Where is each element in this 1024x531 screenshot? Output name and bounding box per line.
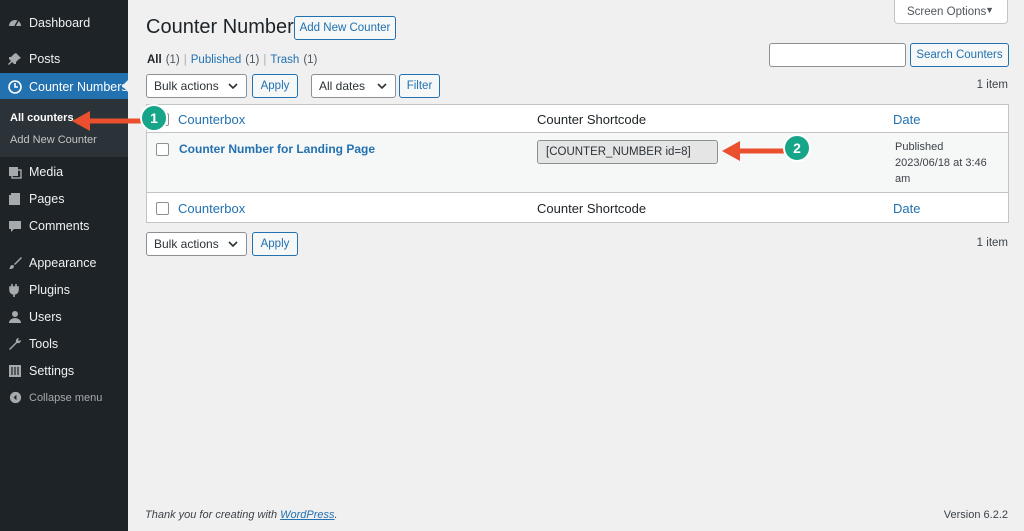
filter-trash-count: (1) — [303, 54, 318, 66]
item-count-top: 1 item — [976, 79, 1008, 91]
column-footer-date[interactable]: Date — [893, 201, 920, 216]
table-row: Counter Number for Landing Page [COUNTER… — [147, 133, 1008, 193]
menu-settings[interactable]: Settings — [0, 357, 128, 384]
shortcode-field[interactable]: [COUNTER_NUMBER id=8] — [537, 140, 718, 164]
menu-label: Comments — [29, 218, 90, 233]
row-checkbox[interactable] — [156, 143, 169, 156]
column-footer-title[interactable]: Counterbox — [178, 201, 245, 216]
separator: | — [183, 54, 187, 66]
pin-icon — [8, 52, 22, 66]
wrench-icon — [8, 337, 22, 351]
annotation-arrow-2 — [722, 141, 788, 161]
caret-down-icon: ▼ — [985, 5, 994, 15]
filter-button[interactable]: Filter — [399, 74, 440, 98]
status-filters: All (1) | Published (1) | Trash (1) — [147, 54, 317, 66]
column-footer-shortcode: Counter Shortcode — [537, 201, 647, 216]
column-header-title[interactable]: Counterbox — [178, 112, 245, 127]
counters-table: Counterbox Counter Shortcode Date Counte… — [146, 104, 1009, 223]
menu-pages[interactable]: Pages — [0, 185, 128, 212]
separator: | — [263, 54, 267, 66]
menu-counter-numbers[interactable]: Counter Numbers — [0, 73, 128, 100]
annotation-badge-2: 2 — [783, 134, 811, 162]
menu-comments[interactable]: Comments — [0, 212, 128, 239]
search-input[interactable] — [769, 43, 906, 67]
table-header-row: Counterbox Counter Shortcode Date — [147, 105, 1008, 133]
menu-label: Posts — [29, 51, 61, 66]
menu-plugins[interactable]: Plugins — [0, 276, 128, 303]
menu-label: Appearance — [29, 255, 97, 270]
annotation-arrow-1 — [72, 111, 148, 131]
submenu-all-counters[interactable]: All counters — [10, 112, 74, 124]
column-header-shortcode: Counter Shortcode — [537, 112, 647, 127]
bulk-actions-select-bottom[interactable]: Bulk actions — [146, 232, 247, 256]
filter-published-count: (1) — [245, 54, 260, 66]
column-header-date[interactable]: Date — [893, 112, 920, 127]
screen-options-label: Screen Options — [907, 5, 987, 18]
bulk-actions-select-top[interactable]: Bulk actions — [146, 74, 247, 98]
bulk-actions-value: Bulk actions — [154, 79, 219, 93]
filter-trash[interactable]: Trash — [270, 54, 299, 66]
user-icon — [8, 310, 22, 324]
wordpress-link[interactable]: WordPress — [280, 509, 334, 521]
dashboard-icon — [8, 16, 22, 30]
menu-label: Media — [29, 164, 64, 179]
bulk-actions-value: Bulk actions — [154, 237, 219, 251]
chevron-down-icon — [228, 241, 238, 248]
collapse-label: Collapse menu — [29, 391, 103, 404]
menu-posts[interactable]: Posts — [0, 45, 128, 72]
menu-dashboard[interactable]: Dashboard — [0, 9, 128, 36]
clock-icon — [8, 79, 22, 94]
filter-all[interactable]: All — [147, 54, 162, 66]
menu-users[interactable]: Users — [0, 303, 128, 330]
menu-label: Plugins — [29, 282, 70, 297]
footer-version: Version 6.2.2 — [943, 509, 1008, 521]
date-value: 2023/06/18 at 3:46 — [895, 157, 987, 169]
submenu-add-new-counter[interactable]: Add New Counter — [10, 134, 97, 146]
plug-icon — [8, 283, 22, 297]
date-value-suffix: am — [895, 173, 911, 185]
date-filter-value: All dates — [319, 79, 366, 93]
chevron-down-icon — [228, 83, 238, 90]
table-footer-row: Counterbox Counter Shortcode Date — [147, 194, 1008, 222]
annotation-badge-1: 1 — [140, 104, 168, 132]
menu-label: Tools — [29, 336, 59, 351]
add-new-counter-button[interactable]: Add New Counter — [294, 16, 396, 40]
menu-label: Counter Numbers — [29, 79, 128, 94]
menu-label: Dashboard — [29, 15, 91, 30]
footer-thanks-suffix: . — [334, 509, 338, 521]
main-content: Counter Numbers Add New Counter Screen O… — [128, 0, 1024, 531]
page-title: Counter Numbers — [146, 16, 304, 38]
media-icon — [8, 165, 22, 179]
apply-button-top[interactable]: Apply — [252, 74, 298, 98]
collapse-icon — [8, 391, 22, 405]
collapse-menu[interactable]: Collapse menu — [0, 384, 128, 411]
menu-appearance[interactable]: Appearance — [0, 249, 128, 276]
filter-published[interactable]: Published — [191, 54, 242, 66]
date-filter-select[interactable]: All dates — [311, 74, 396, 98]
row-title-link[interactable]: Counter Number for Landing Page — [179, 142, 375, 156]
date-status: Published — [895, 141, 944, 153]
apply-button-bottom[interactable]: Apply — [252, 232, 298, 256]
pages-icon — [8, 192, 22, 206]
brush-icon — [8, 256, 22, 270]
settings-icon — [8, 364, 22, 378]
screen-options-button[interactable]: Screen Options ▼ — [894, 0, 1008, 24]
footer-thanks-prefix: Thank you for creating with — [145, 509, 281, 521]
admin-sidebar: Dashboard Posts Counter Numbers All coun… — [0, 0, 128, 531]
select-all-checkbox-bottom[interactable] — [156, 202, 169, 215]
search-counters-button[interactable]: Search Counters — [910, 43, 1009, 67]
item-count-bottom: 1 item — [976, 237, 1008, 249]
menu-tools[interactable]: Tools — [0, 330, 128, 357]
menu-media[interactable]: Media — [0, 158, 128, 185]
menu-label: Pages — [29, 191, 65, 206]
menu-label: Settings — [29, 363, 75, 378]
menu-label: Users — [29, 309, 62, 324]
chevron-down-icon — [377, 83, 387, 90]
footer-thanks: Thank you for creating with WordPress. — [145, 509, 338, 521]
comment-icon — [8, 219, 22, 233]
filter-all-count: (1) — [165, 54, 180, 66]
